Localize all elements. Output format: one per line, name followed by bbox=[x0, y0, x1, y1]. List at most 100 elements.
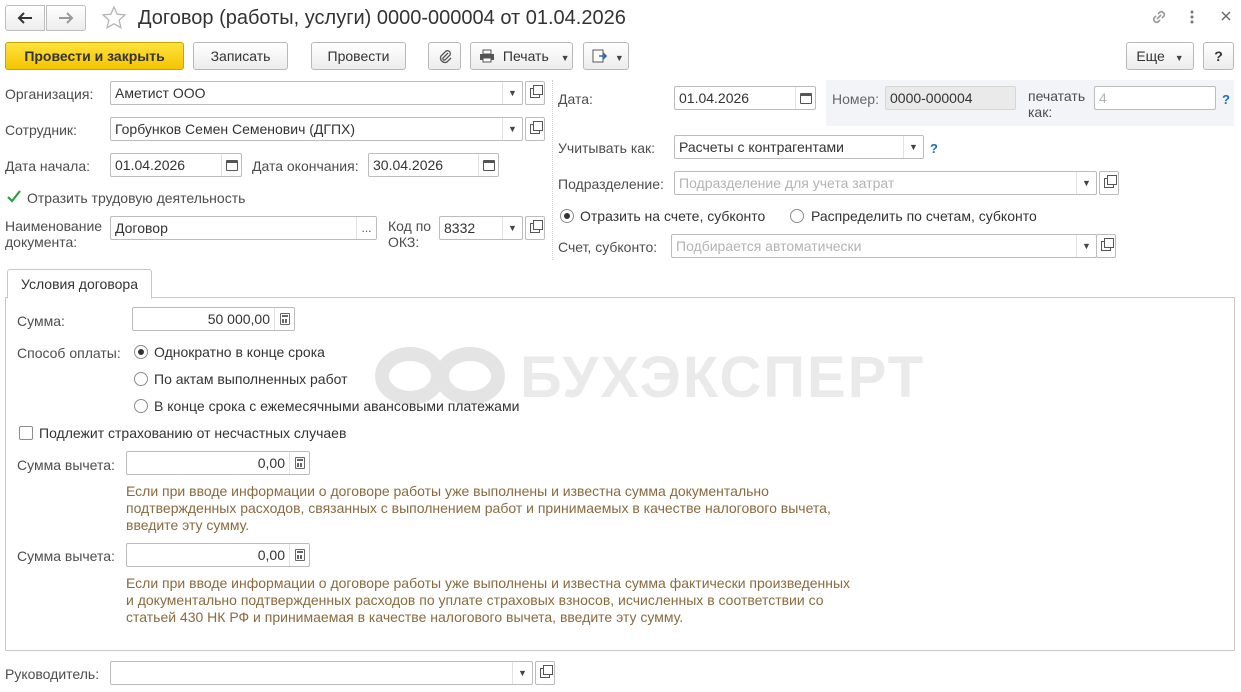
okz-label-line2: ОКЗ: bbox=[388, 234, 420, 250]
print-button[interactable]: Печать ▼ bbox=[470, 42, 573, 70]
deduction2-hint-line: и документально подтвержденных расходов … bbox=[126, 592, 824, 608]
deduction1-field[interactable]: 0,00 bbox=[126, 451, 310, 475]
organization-open-button[interactable] bbox=[525, 81, 545, 105]
department-field[interactable]: Подразделение для учета затрат ▼ bbox=[674, 171, 1097, 195]
print-as-help-icon[interactable]: ? bbox=[1222, 92, 1230, 107]
calculator-icon[interactable] bbox=[289, 452, 309, 474]
employee-open-button[interactable] bbox=[525, 117, 545, 141]
payment-option-radio[interactable] bbox=[134, 372, 148, 386]
link-icon[interactable] bbox=[1149, 7, 1169, 27]
print-as-placeholder: 4 bbox=[1099, 90, 1107, 106]
deduction1-label: Сумма вычета: bbox=[17, 457, 115, 473]
printer-icon bbox=[480, 49, 494, 63]
subconto-field[interactable]: Подбирается автоматически ▼ bbox=[671, 234, 1097, 258]
payment-option-radio[interactable] bbox=[134, 399, 148, 413]
okz-field[interactable]: 8332 ▼ bbox=[439, 216, 523, 240]
tab-contract-terms[interactable]: Условия договора bbox=[7, 269, 152, 299]
post-and-close-button[interactable]: Провести и закрыть bbox=[5, 42, 184, 70]
department-label: Подразделение: bbox=[558, 176, 664, 192]
save-button[interactable]: Записать bbox=[193, 42, 288, 70]
deduction1-hint-line: Если при вводе информации о договоре раб… bbox=[126, 483, 769, 499]
deduction2-hint-line: статьей 430 НК РФ и принимаемая в качест… bbox=[126, 609, 684, 625]
subconto-open-button[interactable] bbox=[1096, 234, 1116, 258]
start-date-label: Дата начала: bbox=[5, 158, 91, 174]
dropdown-arrow-icon[interactable]: ▼ bbox=[903, 136, 923, 158]
post-button[interactable]: Провести bbox=[311, 42, 406, 70]
ellipsis-icon[interactable]: ... bbox=[356, 217, 376, 239]
end-date-field[interactable]: 30.04.2026 bbox=[368, 153, 499, 177]
employee-field[interactable]: Горбунков Семен Семенович (ДГПХ) ▼ bbox=[110, 117, 523, 141]
insurance-label: Подлежит страхованию от несчастных случа… bbox=[39, 425, 347, 441]
end-date-value: 30.04.2026 bbox=[373, 157, 444, 173]
dropdown-arrow-icon[interactable]: ▼ bbox=[512, 662, 532, 684]
open-icon bbox=[530, 121, 543, 134]
deduction1-value: 0,00 bbox=[257, 455, 285, 471]
payment-option-radio[interactable] bbox=[134, 345, 148, 359]
deduction2-label: Сумма вычета: bbox=[17, 548, 115, 564]
labor-activity-label: Отразить трудовую деятельность bbox=[27, 190, 246, 206]
calendar-icon[interactable] bbox=[221, 154, 241, 176]
account-as-select[interactable]: Расчеты с контрагентами ▼ bbox=[674, 135, 924, 159]
dropdown-arrow-icon[interactable]: ▼ bbox=[1076, 172, 1096, 194]
account-as-value: Расчеты с контрагентами bbox=[679, 139, 844, 155]
manager-open-button[interactable] bbox=[535, 661, 555, 685]
calculator-icon[interactable] bbox=[274, 308, 294, 330]
calculator-icon[interactable] bbox=[289, 544, 309, 566]
dropdown-arrow-icon[interactable]: ▼ bbox=[502, 118, 522, 140]
deduction1-hint-line: введите эту сумму. bbox=[126, 517, 250, 533]
favorite-star-icon[interactable] bbox=[101, 5, 129, 31]
dropdown-arrow-icon[interactable]: ▼ bbox=[1076, 235, 1096, 257]
page-title: Договор (работы, услуги) 0000-000004 от … bbox=[138, 7, 626, 29]
number-label: Номер: bbox=[832, 91, 879, 107]
payment-method-label: Способ оплаты: bbox=[17, 345, 121, 361]
organization-label: Организация: bbox=[5, 86, 94, 102]
arrow-right-icon bbox=[59, 12, 74, 24]
payment-option-label: По актам выполненных работ bbox=[154, 371, 348, 387]
labor-activity-checkbox[interactable] bbox=[6, 189, 22, 205]
create-based-on-button[interactable]: ▼ bbox=[583, 42, 629, 70]
calendar-icon[interactable] bbox=[795, 87, 815, 109]
manager-label: Руководитель: bbox=[5, 666, 100, 682]
insurance-checkbox[interactable] bbox=[19, 426, 33, 440]
deduction1-hint-line: подтвержденных расходов, связанных с вып… bbox=[126, 500, 831, 516]
manager-field[interactable]: ▼ bbox=[110, 661, 533, 685]
docname-field[interactable]: Договор ... bbox=[110, 216, 377, 240]
deduction2-hint-line: Если при вводе информации о договоре раб… bbox=[126, 575, 851, 591]
subconto-label: Счет, субконто: bbox=[558, 239, 658, 255]
help-button[interactable]: ? bbox=[1203, 42, 1234, 70]
watermark-logo bbox=[370, 346, 510, 406]
dropdown-arrow-icon[interactable]: ▼ bbox=[502, 217, 522, 239]
close-icon[interactable] bbox=[1218, 8, 1234, 24]
paperclip-icon bbox=[439, 50, 451, 64]
create-based-icon bbox=[592, 49, 608, 63]
calendar-icon[interactable] bbox=[478, 154, 498, 176]
subconto-placeholder: Подбирается автоматически bbox=[676, 238, 862, 254]
sum-field[interactable]: 50 000,00 bbox=[132, 307, 295, 331]
employee-value: Горбунков Семен Семенович (ДГПХ) bbox=[115, 121, 356, 137]
watermark-text: БУХЭКСПЕРТ bbox=[520, 345, 926, 410]
date-field[interactable]: 01.04.2026 bbox=[674, 86, 816, 110]
okz-open-button[interactable] bbox=[525, 216, 545, 240]
more-label: Еще bbox=[1136, 48, 1165, 64]
radio-account[interactable] bbox=[560, 209, 574, 223]
open-icon bbox=[1104, 175, 1117, 188]
print-as-field[interactable]: 4 bbox=[1094, 86, 1216, 110]
print-as-label-line1: печатать bbox=[1028, 88, 1086, 104]
date-value: 01.04.2026 bbox=[679, 90, 750, 106]
forward-button[interactable] bbox=[46, 5, 86, 31]
deduction2-field[interactable]: 0,00 bbox=[126, 543, 310, 567]
number-value: 0000-000004 bbox=[890, 90, 973, 106]
back-button[interactable] bbox=[5, 5, 45, 31]
attach-button[interactable] bbox=[428, 42, 461, 70]
more-button[interactable]: Еще ▼ bbox=[1126, 42, 1194, 70]
kebab-menu-icon[interactable] bbox=[1184, 7, 1200, 27]
open-icon bbox=[530, 85, 543, 98]
department-open-button[interactable] bbox=[1099, 171, 1119, 195]
dropdown-arrow-icon[interactable]: ▼ bbox=[502, 82, 522, 104]
account-as-help-icon[interactable]: ? bbox=[930, 141, 938, 156]
start-date-field[interactable]: 01.04.2026 bbox=[110, 153, 242, 177]
organization-field[interactable]: Аметист ООО ▼ bbox=[110, 81, 523, 105]
department-placeholder: Подразделение для учета затрат bbox=[679, 175, 895, 191]
radio-distribute[interactable] bbox=[790, 209, 804, 223]
docname-label-line2: документа: bbox=[5, 234, 78, 250]
